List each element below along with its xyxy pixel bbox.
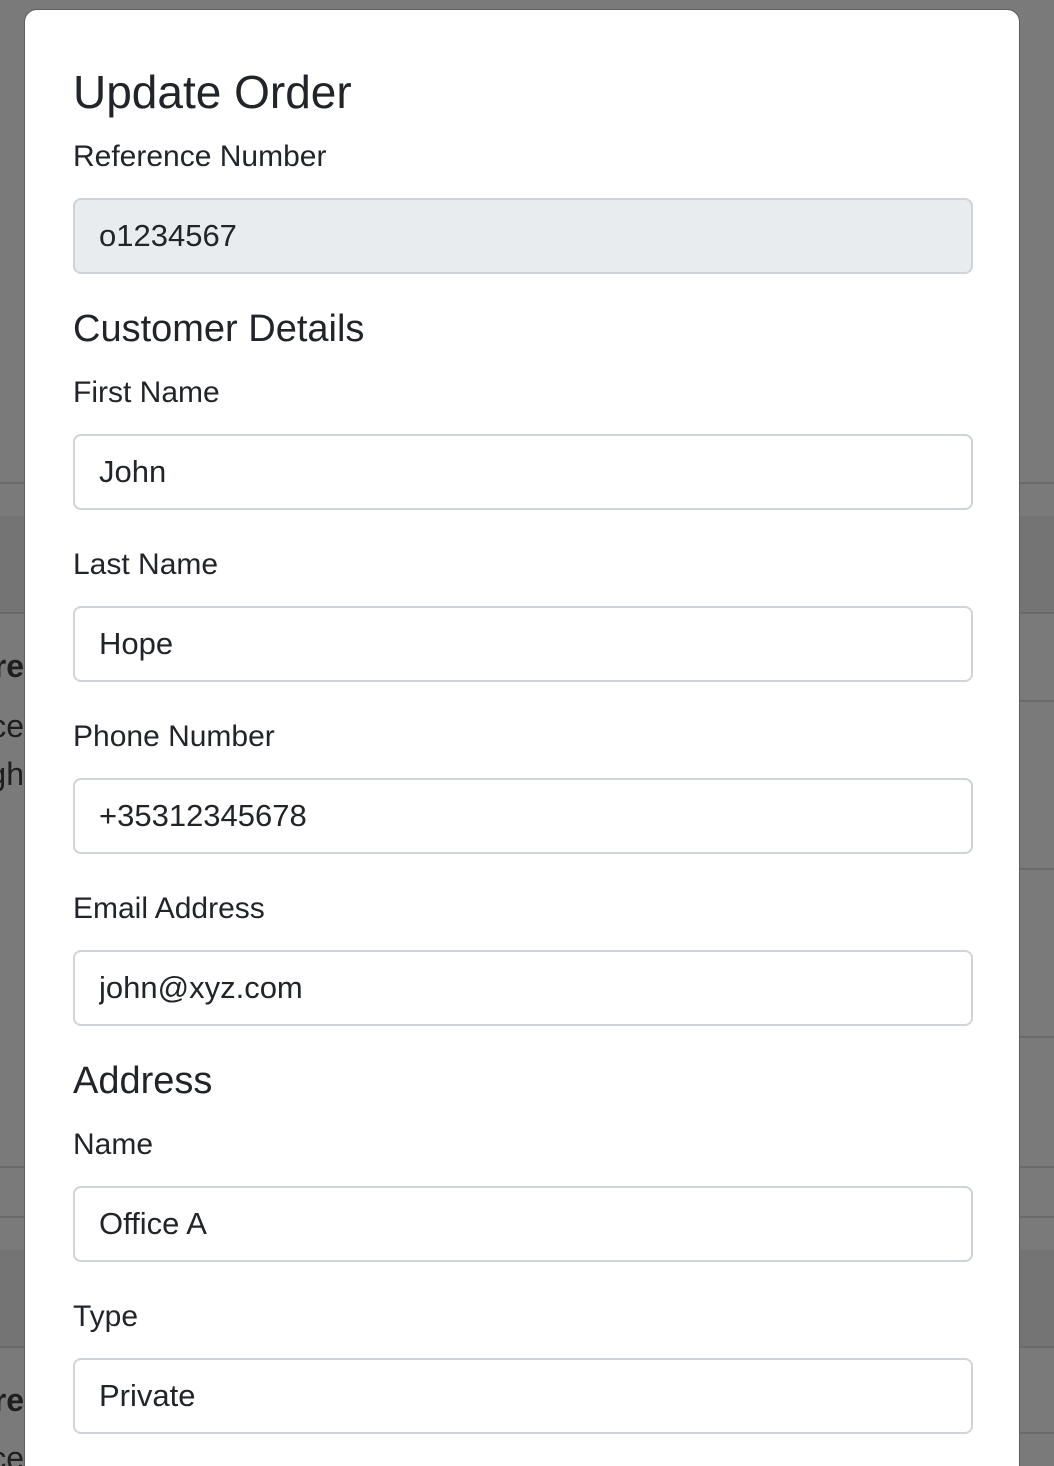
background-divider [1020,1166,1054,1168]
background-divider [0,482,24,484]
background-divider [1020,1216,1054,1218]
email-address-label: Email Address [73,892,265,925]
background-text-fragment: re [0,1382,24,1418]
background-divider [0,612,24,614]
background-divider [1020,482,1054,484]
reference-number-field[interactable] [73,198,973,274]
background-row-band [1020,1250,1054,1346]
background-text-fragment: ce [0,1440,24,1466]
modal-title: Update Order [73,66,352,118]
background-divider [1020,700,1054,702]
address-name-input[interactable] [73,1186,973,1262]
background-text-fragment: ce [0,708,24,744]
background-divider [1020,1346,1054,1348]
background-row-band [0,1250,24,1346]
phone-number-label: Phone Number [73,720,275,753]
last-name-label: Last Name [73,548,219,581]
phone-number-input[interactable] [73,778,973,854]
reference-number-label: Reference Number [73,140,327,173]
background-row-band [0,516,24,612]
email-address-input[interactable] [73,950,973,1026]
customer-details-heading: Customer Details [73,308,365,350]
background-row-band [1020,516,1054,612]
background-divider [0,1166,24,1168]
background-divider [0,1346,24,1348]
background-divider [1020,868,1054,870]
background-text-fragment: gh [0,756,24,792]
last-name-input[interactable] [73,606,973,682]
address-type-label: Type [73,1300,139,1333]
background-divider [1020,1036,1054,1038]
address-type-input[interactable] [73,1358,973,1434]
first-name-input[interactable] [73,434,973,510]
address-name-label: Name [73,1128,154,1161]
address-heading: Address [73,1060,213,1102]
background-divider [1020,612,1054,614]
update-order-modal: Update Order Reference Number Customer D… [24,9,1020,1466]
background-text-fragment: re [0,648,24,684]
first-name-label: First Name [73,376,220,409]
background-divider [1020,1432,1054,1434]
background-divider [0,1216,24,1218]
